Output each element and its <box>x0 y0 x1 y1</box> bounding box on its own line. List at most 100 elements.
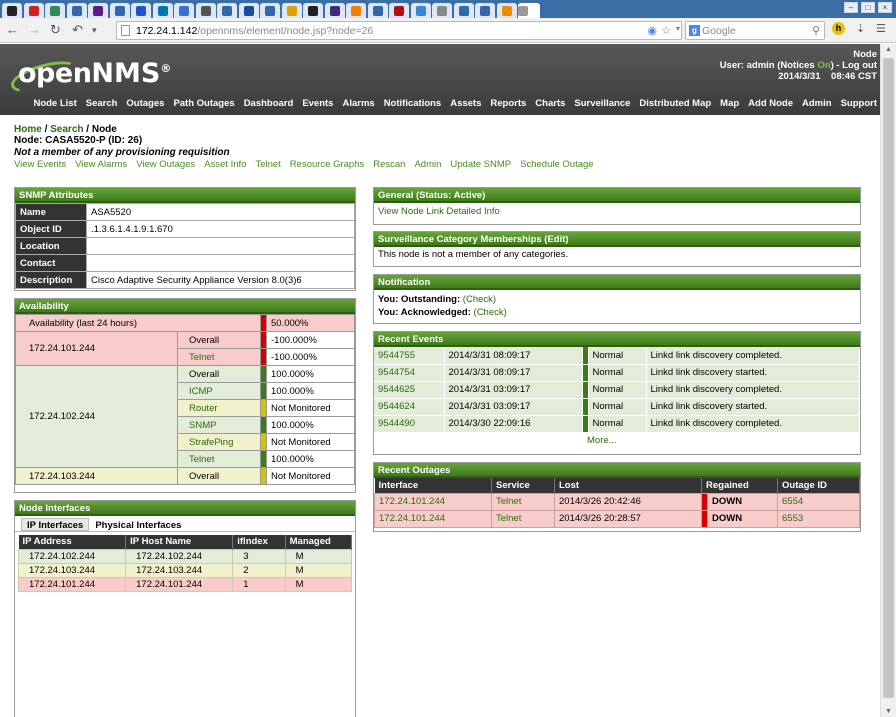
browser-tab[interactable] <box>453 3 474 18</box>
availability-interface-ip[interactable]: 172.24.101.244 <box>15 331 178 366</box>
interfaces-column-header[interactable]: ifIndex <box>232 535 286 549</box>
nav-item[interactable]: Events <box>302 98 333 109</box>
maximize-icon[interactable]: □ <box>861 2 875 13</box>
outage-interface-link[interactable]: 172.24.101.244 <box>374 492 492 511</box>
availability-interface-ip[interactable]: 172.24.102.244 <box>15 365 178 468</box>
node-action-link[interactable]: Asset Info <box>204 159 246 170</box>
nav-item[interactable]: Reports <box>490 98 526 109</box>
outage-interface-link[interactable]: 172.24.101.244 <box>374 509 492 528</box>
nav-item[interactable]: Search <box>86 98 118 109</box>
interfaces-column-header[interactable]: Managed <box>285 535 353 549</box>
node-action-link[interactable]: Resource Graphs <box>290 159 364 170</box>
nav-item[interactable]: Charts <box>535 98 565 109</box>
search-placeholder[interactable]: Google <box>702 25 736 37</box>
scroll-up-icon[interactable]: ▲ <box>885 46 892 53</box>
node-link-info-link[interactable]: View Node Link Detailed Info <box>374 203 860 220</box>
nav-item[interactable]: Outages <box>126 98 164 109</box>
breadcrumb-home[interactable]: Home <box>14 124 42 135</box>
node-action-link[interactable]: Schedule Outage <box>520 159 593 170</box>
interface-cell-host[interactable]: 172.24.101.244 <box>125 576 234 592</box>
back-icon[interactable]: ← <box>6 22 19 38</box>
browser-tab[interactable] <box>217 3 237 18</box>
node-action-link[interactable]: Update SNMP <box>450 159 511 170</box>
interface-cell-host[interactable]: 172.24.103.244 <box>125 562 234 578</box>
scroll-down-icon[interactable]: ▼ <box>885 708 892 715</box>
search-icon[interactable]: ⚲ <box>812 24 820 37</box>
logout-link[interactable]: ) - Log out <box>831 60 877 71</box>
download-icon[interactable]: ⇣ <box>856 22 865 35</box>
forward-icon[interactable]: → <box>28 22 41 38</box>
availability-service-name[interactable]: Overall <box>177 331 261 349</box>
availability-service-name[interactable]: SNMP <box>177 416 261 434</box>
scroll-thumb[interactable] <box>883 58 894 698</box>
page-scrollbar[interactable]: ▲ ▼ <box>880 44 896 717</box>
availability-service-name[interactable]: Telnet <box>177 348 261 366</box>
acknowledged-check-link[interactable]: (Check) <box>474 307 507 318</box>
event-id-link[interactable]: 9544624 <box>374 398 445 416</box>
node-action-link[interactable]: Telnet <box>255 159 280 170</box>
minimize-icon[interactable]: – <box>844 2 858 13</box>
browser-tab[interactable] <box>88 3 108 18</box>
browser-tab[interactable] <box>346 3 366 18</box>
interface-cell-ip[interactable]: 172.24.101.244 <box>17 576 127 592</box>
notices-toggle[interactable]: On <box>817 60 830 71</box>
nav-item[interactable]: Alarms <box>342 98 374 109</box>
node-action-link[interactable]: View Events <box>14 159 66 170</box>
event-id-link[interactable]: 9544490 <box>374 415 445 433</box>
availability-interface-ip[interactable]: 172.24.103.244 <box>15 467 178 485</box>
browser-tab[interactable] <box>2 3 22 18</box>
browser-tab[interactable] <box>410 3 431 18</box>
h-icon[interactable]: h <box>832 22 845 35</box>
outages-column-header[interactable]: Service <box>491 478 555 493</box>
browser-tab[interactable] <box>174 3 194 18</box>
nav-item[interactable]: Path Outages <box>173 98 234 109</box>
interfaces-column-header[interactable]: IP Host Name <box>125 535 234 549</box>
translate-icon[interactable]: ◉ <box>647 24 657 37</box>
nav-item[interactable]: Admin <box>802 98 832 109</box>
nav-item[interactable]: Node List <box>33 98 76 109</box>
availability-service-name[interactable]: Overall <box>177 365 261 383</box>
search-box[interactable]: g Google ⚲ <box>685 21 825 40</box>
breadcrumb-search[interactable]: Search <box>50 124 83 135</box>
browser-tab[interactable] <box>152 3 173 18</box>
outage-id-link[interactable]: 6553 <box>777 509 860 528</box>
outage-id-link[interactable]: 6554 <box>777 492 860 511</box>
interface-cell-host[interactable]: 172.24.102.244 <box>125 548 234 564</box>
browser-tab[interactable] <box>281 3 302 18</box>
nav-item[interactable]: Assets <box>450 98 481 109</box>
browser-tab[interactable] <box>324 3 345 18</box>
node-action-link[interactable]: Admin <box>414 159 441 170</box>
availability-service-name[interactable]: Router <box>177 399 261 417</box>
surveillance-title[interactable]: Surveillance Category Memberships (Edit) <box>374 232 860 247</box>
browser-tab[interactable] <box>475 3 495 18</box>
close-window-icon[interactable]: × <box>878 2 892 13</box>
browser-tab[interactable] <box>66 3 87 18</box>
browser-tab[interactable] <box>23 3 44 18</box>
availability-service-name[interactable]: Telnet <box>177 450 261 468</box>
interface-cell-ip[interactable]: 172.24.102.244 <box>17 548 127 564</box>
browser-tab[interactable] <box>195 3 216 18</box>
nav-item[interactable]: Map <box>720 98 739 109</box>
url-text[interactable]: 172.24.1.142/opennms/element/node.jsp?no… <box>136 25 373 37</box>
availability-service-name[interactable]: Overall <box>177 467 261 485</box>
star-icon[interactable]: ☆ <box>661 24 671 37</box>
outages-column-header[interactable]: Interface <box>374 478 492 493</box>
browser-tab[interactable] <box>238 3 259 18</box>
event-id-link[interactable]: 9544755 <box>374 347 445 365</box>
event-id-link[interactable]: 9544754 <box>374 364 445 382</box>
interface-tab[interactable]: IP Interfaces <box>21 518 90 531</box>
availability-service-name[interactable]: ICMP <box>177 382 261 400</box>
nav-item[interactable]: Support <box>841 98 877 109</box>
outages-column-header[interactable]: Lost <box>554 478 702 493</box>
url-dropdown-icon[interactable]: ▾ <box>676 24 680 33</box>
outage-service-link[interactable]: Telnet <box>491 492 555 511</box>
event-id-link[interactable]: 9544625 <box>374 381 445 399</box>
undo-icon[interactable]: ↶ <box>72 22 83 38</box>
browser-tab[interactable] <box>45 3 65 18</box>
outage-service-link[interactable]: Telnet <box>491 509 555 528</box>
outages-column-header[interactable]: Outage ID <box>777 478 860 493</box>
outstanding-check-link[interactable]: (Check) <box>463 294 496 305</box>
close-tab-icon[interactable]: × <box>530 6 540 16</box>
browser-tab[interactable] <box>389 3 409 18</box>
browser-tab[interactable] <box>260 3 280 18</box>
